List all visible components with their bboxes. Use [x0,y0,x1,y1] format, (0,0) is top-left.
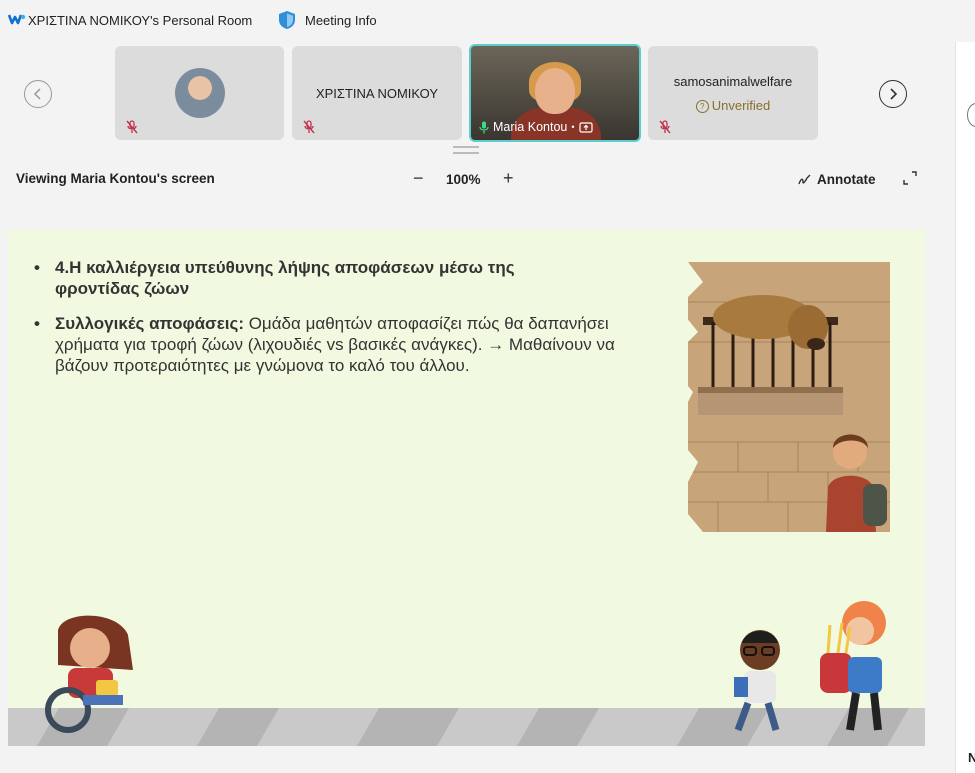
mic-icon [479,121,489,133]
chevron-left-icon [33,88,41,100]
kid-wheelchair-illustration [45,615,133,733]
webex-logo-icon [8,14,26,25]
room-title: ΧΡΙΣΤΙΝΑ ΝΟΜΙΚΟΥ's Personal Room [28,13,253,28]
muted-mic-icon [126,120,138,134]
side-panel-label: N [968,750,975,765]
slide-bullet-2: • Συλλογικές αποφάσεις: Ομάδα μαθητών απ… [34,314,615,375]
resize-handle[interactable] [453,146,479,154]
muted-mic-icon [303,120,315,134]
viewing-label: Viewing Maria Kontou's screen [16,171,215,186]
previous-participants-button[interactable] [24,80,52,108]
participant-tile-1[interactable] [115,46,284,140]
annotate-label: Annotate [817,172,876,187]
participant-name: samosanimalwelfare [673,74,793,89]
pen-squiggle-icon [798,174,811,184]
zoom-out-button[interactable]: − [413,168,424,189]
side-panel [955,42,975,773]
bullet-heading: Συλλογικές αποφάσεις: [55,314,244,333]
participant-tile-4[interactable]: samosanimalwelfare ? Unverified [648,46,818,140]
question-circle-icon: ? [695,100,709,114]
next-participants-button[interactable] [879,80,907,108]
dog-balcony-illustration [658,262,890,532]
slide-bullet-1: • 4.Η καλλιέργεια υπεύθυνης λήψης αποφάσ… [34,258,515,298]
title-bar: ΧΡΙΣΤΙΝΑ ΝΟΜΙΚΟΥ's Personal Room Meeting… [0,0,975,40]
unverified-badge: ? Unverified [648,98,818,114]
zoom-level[interactable]: 100% [446,172,481,187]
zoom-in-button[interactable]: + [503,168,514,189]
participant-label: Maria Kontou • [479,118,593,136]
meeting-info-button[interactable]: Meeting Info [305,13,377,28]
participant-name: ΧΡΙΣΤΙΝΑ ΝΟΜΙΚΟΥ [315,86,439,101]
kid-backpack-illustration [820,601,886,731]
participant-name: Maria Kontou [493,120,568,134]
fullscreen-icon[interactable] [903,171,917,185]
shared-slide: • 4.Η καλλιέργεια υπεύθυνης λήψης αποφάσ… [8,230,925,746]
participant-avatar [175,68,225,118]
kid-glasses-illustration [734,630,780,732]
participant-tile-active-speaker[interactable]: Maria Kontou • [469,44,641,142]
participant-tile-2[interactable]: ΧΡΙΣΤΙΝΑ ΝΟΜΙΚΟΥ [292,46,462,140]
chevron-right-icon [890,88,898,100]
shield-icon[interactable] [278,10,296,30]
muted-mic-icon [659,120,671,134]
annotate-button[interactable]: Annotate [798,172,876,187]
screen-share-icon [578,121,593,133]
